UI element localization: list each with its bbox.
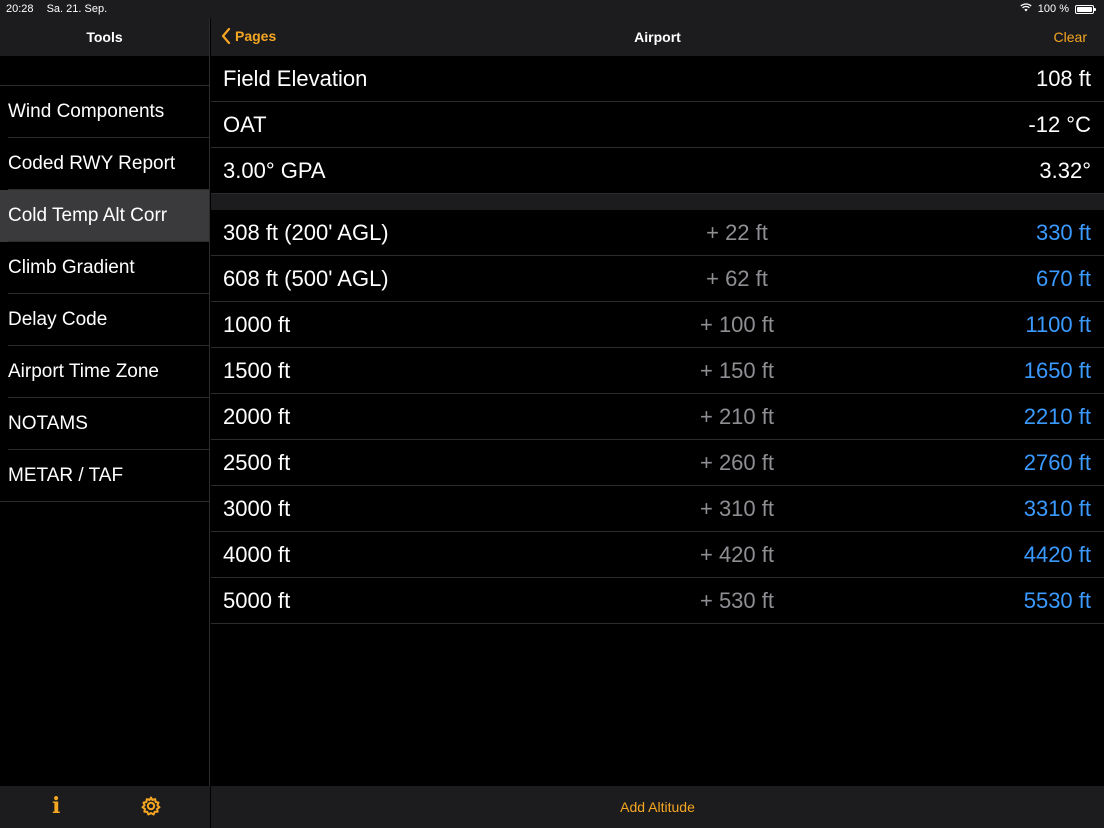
input-section: Field Elevation 108 ft OAT -12 °C 3.00° … (211, 56, 1104, 194)
sidebar-item-cold-temp-alt-corr[interactable]: Cold Temp Alt Corr (0, 190, 209, 242)
table-row[interactable]: 5000 ft + 530 ft 5530 ft (211, 578, 1104, 624)
battery-percent: 100 % (1037, 3, 1069, 15)
sidebar-list: Wind Components Coded RWY Report Cold Te… (0, 85, 209, 502)
sidebar-item-label: METAR / TAF (8, 465, 124, 486)
correction-cell: + 310 ft (699, 496, 774, 521)
table-row[interactable]: 1000 ft + 100 ft 1100 ft (211, 302, 1104, 348)
corrected-altitude-cell: 670 ft (1035, 266, 1091, 291)
bottom-toolbar: Add Altitude (211, 786, 1104, 828)
table-row[interactable]: 308 ft (200' AGL) + 22 ft 330 ft (211, 210, 1104, 256)
table-row[interactable]: 4000 ft + 420 ft 4420 ft (211, 532, 1104, 578)
correction-cell: + 150 ft (699, 358, 774, 383)
status-date: Sa. 21. Sep. (46, 3, 108, 15)
row-value: 108 ft (1035, 66, 1091, 91)
info-icon[interactable]: i (52, 793, 60, 819)
row-value: 3.32° (1039, 158, 1091, 183)
sidebar-item-label: Delay Code (8, 309, 108, 330)
sidebar-item-label: Airport Time Zone (8, 361, 159, 382)
field-elevation-row[interactable]: Field Elevation 108 ft (211, 56, 1104, 102)
altitude-cell: 308 ft (200' AGL) (223, 220, 389, 245)
correction-cell: + 210 ft (699, 404, 774, 429)
row-label: Field Elevation (223, 66, 368, 91)
corrected-altitude-cell: 2210 ft (1023, 404, 1091, 429)
sidebar-item-label: Coded RWY Report (8, 153, 176, 174)
correction-cell: + 420 ft (699, 542, 774, 567)
gpa-row[interactable]: 3.00° GPA 3.32° (211, 148, 1104, 194)
sidebar-item-coded-rwy-report[interactable]: Coded RWY Report (0, 138, 209, 190)
table-row[interactable]: 3000 ft + 310 ft 3310 ft (211, 486, 1104, 532)
corrected-altitude-cell: 330 ft (1035, 220, 1091, 245)
altitude-cell: 608 ft (500' AGL) (223, 266, 389, 291)
main-panel: Pages Airport Clear Field Elevation 108 … (211, 18, 1104, 828)
sidebar-item-label: NOTAMS (8, 413, 88, 434)
row-label: OAT (223, 112, 267, 137)
corrected-altitude-cell: 1100 ft (1025, 312, 1091, 337)
correction-cell: + 530 ft (699, 588, 774, 613)
sidebar-item-label: Wind Components (8, 101, 165, 122)
sidebar-item-notams[interactable]: NOTAMS (0, 398, 209, 450)
status-bar: 20:28 Sa. 21. Sep. 100 % (0, 0, 1104, 18)
section-divider (211, 194, 1104, 210)
table-row[interactable]: 2000 ft + 210 ft 2210 ft (211, 394, 1104, 440)
clear-button[interactable]: Clear (1054, 29, 1087, 45)
altitude-cell: 2500 ft (223, 450, 291, 475)
page-title: Airport (634, 29, 681, 45)
correction-cell: + 22 ft (706, 220, 768, 245)
corrected-altitude-cell: 2760 ft (1023, 450, 1091, 475)
corrected-altitude-cell: 1650 ft (1023, 358, 1091, 383)
sidebar-item-label: Cold Temp Alt Corr (8, 205, 168, 226)
correction-cell: + 62 ft (706, 266, 768, 291)
battery-level (1077, 6, 1092, 12)
table-row[interactable]: 2500 ft + 260 ft 2760 ft (211, 440, 1104, 486)
correction-cell: + 100 ft (699, 312, 774, 337)
altitude-cell: 1500 ft (223, 358, 291, 383)
oat-row[interactable]: OAT -12 °C (211, 102, 1104, 148)
sidebar-item-delay-code[interactable]: Delay Code (0, 294, 209, 346)
status-left: 20:28 Sa. 21. Sep. (6, 3, 117, 15)
sidebar-item-climb-gradient[interactable]: Climb Gradient (0, 242, 209, 294)
table-row[interactable]: 1500 ft + 150 ft 1650 ft (211, 348, 1104, 394)
gear-icon[interactable] (140, 795, 162, 822)
row-value: -12 °C (1028, 112, 1091, 137)
altitude-cell: 3000 ft (223, 496, 291, 521)
row-label: 3.00° GPA (223, 158, 326, 183)
battery-icon (1075, 4, 1096, 14)
altitude-cell: 2000 ft (223, 404, 291, 429)
status-right: 100 % (1020, 3, 1096, 15)
sidebar-header: Tools (0, 18, 209, 56)
correction-cell: + 260 ft (699, 450, 774, 475)
sidebar-item-metar-taf[interactable]: METAR / TAF (0, 450, 209, 502)
sidebar-item-label: Climb Gradient (8, 257, 135, 278)
sidebar: Tools Wind Components Coded RWY Report C… (0, 18, 210, 828)
table-row[interactable]: 608 ft (500' AGL) + 62 ft 670 ft (211, 256, 1104, 302)
sidebar-title: Tools (86, 29, 123, 45)
corrected-altitude-cell: 5530 ft (1023, 588, 1091, 613)
altitude-cell: 1000 ft (223, 312, 291, 337)
sidebar-footer: i (0, 786, 210, 828)
add-altitude-button[interactable]: Add Altitude (620, 799, 695, 815)
altitude-table: 308 ft (200' AGL) + 22 ft 330 ft 608 ft … (211, 210, 1104, 624)
navbar: Pages Airport Clear (211, 18, 1104, 56)
status-time: 20:28 (6, 3, 34, 15)
sidebar-item-wind-components[interactable]: Wind Components (0, 86, 209, 138)
altitude-cell: 5000 ft (223, 588, 291, 613)
wifi-icon (1020, 3, 1032, 15)
altitude-cell: 4000 ft (223, 542, 291, 567)
corrected-altitude-cell: 4420 ft (1023, 542, 1091, 567)
corrected-altitude-cell: 3310 ft (1023, 496, 1091, 521)
sidebar-item-airport-time-zone[interactable]: Airport Time Zone (0, 346, 209, 398)
